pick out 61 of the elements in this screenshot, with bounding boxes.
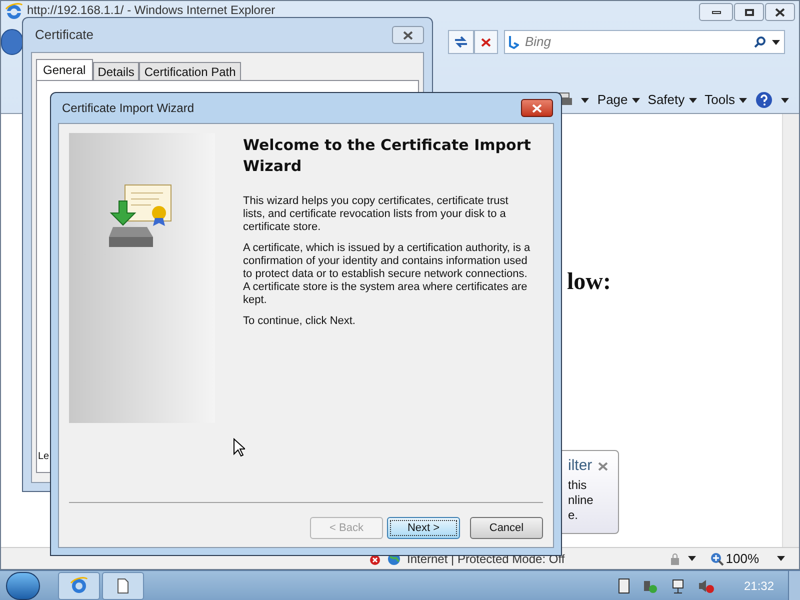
tab[interactable]: Certification Path bbox=[139, 62, 241, 80]
caret-icon bbox=[781, 98, 789, 102]
wizard-heading: Welcome to the Certificate Import Wizard bbox=[243, 135, 532, 177]
notification-text: nline bbox=[568, 492, 594, 508]
close-icon bbox=[403, 30, 413, 40]
zoom-icon[interactable] bbox=[710, 552, 724, 566]
caret-icon bbox=[772, 40, 780, 44]
close-icon bbox=[598, 462, 608, 471]
tray-document-icon[interactable] bbox=[618, 578, 630, 594]
close-icon bbox=[481, 38, 491, 46]
taskbar-document-button[interactable] bbox=[102, 572, 144, 600]
zoom-level: 100% bbox=[726, 550, 759, 568]
caret-icon bbox=[632, 98, 640, 102]
menu-button[interactable]: Tools bbox=[704, 90, 747, 110]
speaker-muted-icon[interactable] bbox=[698, 578, 714, 594]
help-icon[interactable] bbox=[755, 91, 773, 109]
stop-button[interactable] bbox=[474, 30, 498, 54]
minimize-button[interactable] bbox=[699, 3, 733, 21]
search-engine-icon bbox=[509, 35, 519, 49]
back-button[interactable] bbox=[1, 29, 23, 55]
close-icon bbox=[532, 104, 542, 112]
caret-icon bbox=[688, 98, 697, 102]
restore-button[interactable] bbox=[734, 3, 764, 21]
notification-text: this bbox=[568, 478, 588, 492]
close-icon bbox=[775, 8, 785, 16]
search-icon[interactable] bbox=[754, 36, 766, 48]
taskbar-browser-button[interactable] bbox=[58, 572, 100, 600]
caret-icon bbox=[739, 98, 747, 102]
tab[interactable]: Details bbox=[92, 62, 140, 80]
window-title: http://192.168.1.1/ - Windows Internet Explorer bbox=[27, 3, 276, 17]
mouse-cursor-icon bbox=[233, 438, 245, 457]
menu-button[interactable]: Safety bbox=[648, 90, 697, 110]
caret-icon bbox=[777, 556, 785, 561]
dialog-text: Le bbox=[38, 450, 50, 464]
notification-title: ilter bbox=[568, 456, 592, 476]
caret-icon bbox=[688, 556, 696, 561]
caret-icon bbox=[581, 98, 590, 102]
tab[interactable]: General bbox=[36, 59, 93, 80]
search-input[interactable]: Bing bbox=[525, 32, 748, 52]
wizard-button[interactable]: Cancel bbox=[470, 517, 543, 539]
refresh-button[interactable] bbox=[448, 30, 474, 54]
wizard-paragraph: A certificate, which is issued by a certification authority, is a confirmation of your identity and contains information used to protect data or to establish secure network connections. A certificate store is the system area where certificates are kept. bbox=[243, 242, 532, 307]
network-icon[interactable] bbox=[670, 578, 686, 594]
wizard-paragraph: To continue, click Next. bbox=[243, 315, 356, 328]
refresh-icon bbox=[453, 36, 469, 48]
close-button[interactable] bbox=[765, 3, 795, 21]
scrollbar[interactable] bbox=[782, 114, 799, 547]
dialog-title: Certificate Import Wizard bbox=[62, 100, 194, 117]
search-field[interactable]: Bing bbox=[504, 30, 785, 54]
start-button[interactable] bbox=[6, 572, 40, 600]
wizard-paragraph: This wizard helps you copy certificates, certificate trust lists, and certificate revocation lists from your disk to a certificate store. bbox=[243, 195, 510, 234]
document-icon bbox=[117, 578, 129, 594]
menu-button[interactable]: Page bbox=[597, 90, 640, 110]
page-heading: low: bbox=[567, 269, 611, 295]
close-button[interactable] bbox=[392, 26, 424, 44]
dialog-title: Certificate bbox=[35, 26, 94, 44]
wizard-button[interactable]: Next > bbox=[387, 517, 460, 539]
browser-logo-icon bbox=[5, 3, 23, 21]
browser-logo-icon bbox=[70, 576, 88, 594]
close-button[interactable] bbox=[521, 99, 553, 117]
notification-text: e. bbox=[568, 508, 580, 522]
